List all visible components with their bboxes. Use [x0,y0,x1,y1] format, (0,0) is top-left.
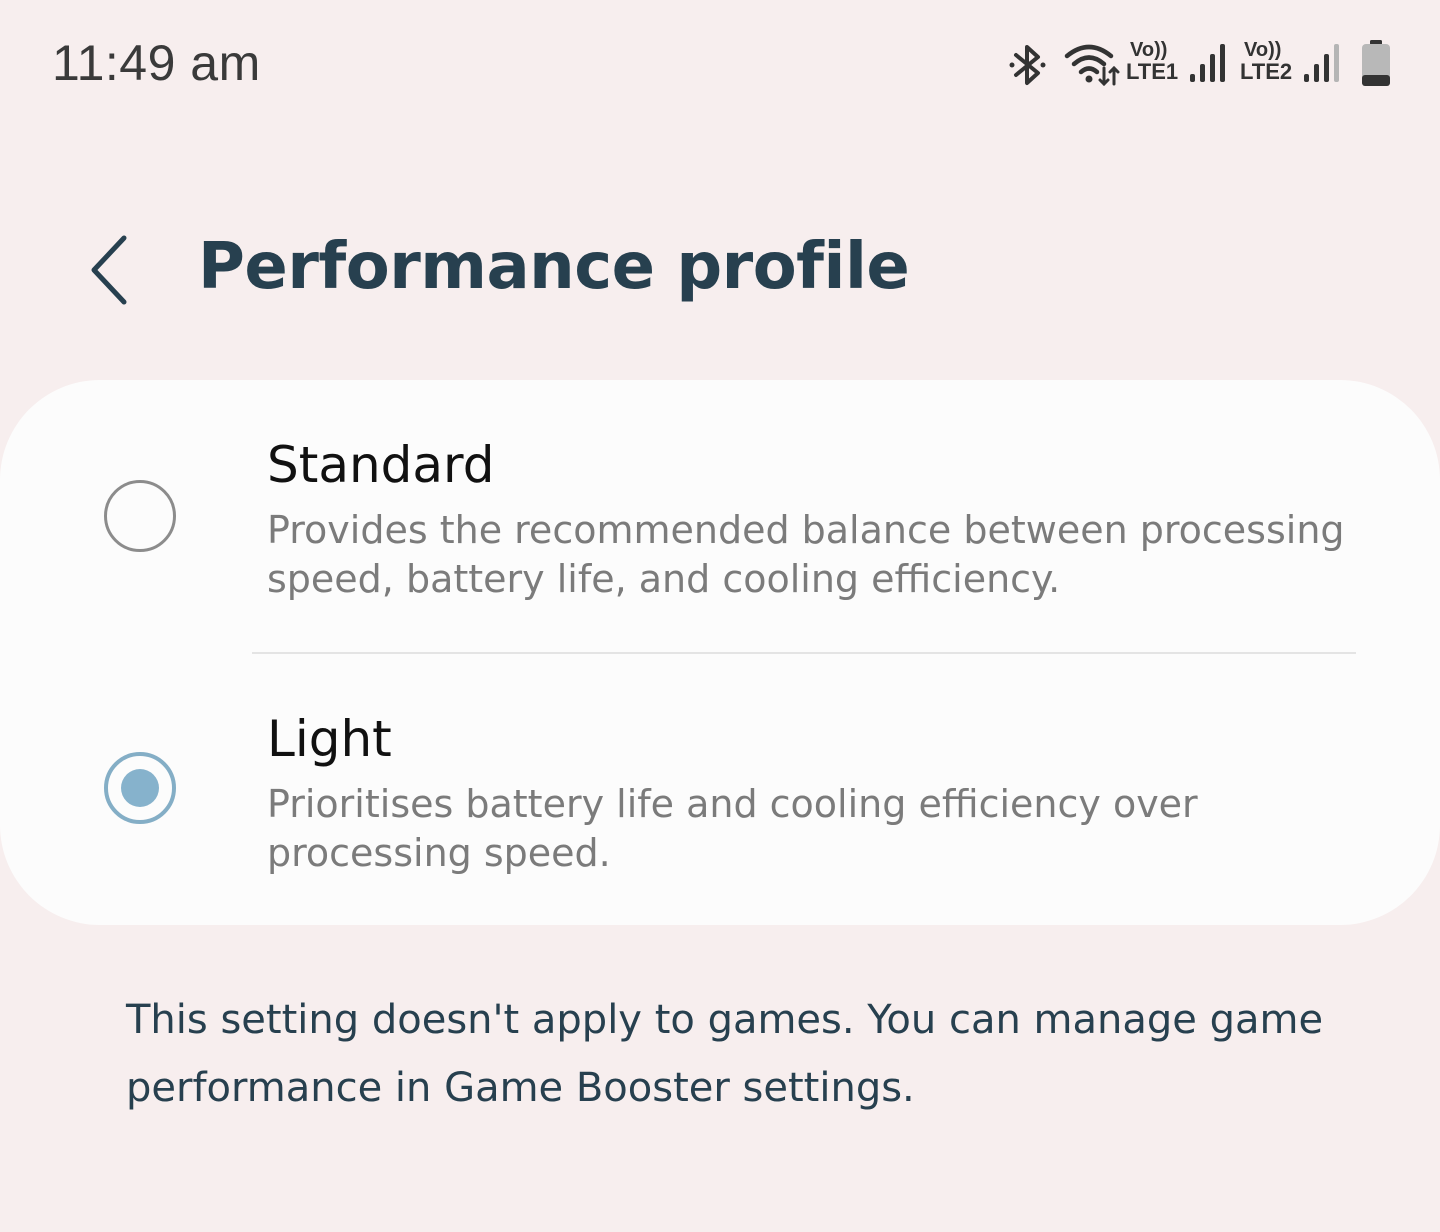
volte-lte2-icon: Vo)) LTE2 [1240,39,1293,84]
option-standard-description: Provides the recommended balance between… [267,508,1345,601]
status-time: 11:49 am [52,35,261,91]
option-standard[interactable]: Standard Provides the recommended balanc… [0,380,1440,652]
header: Performance profile [0,200,1440,340]
option-light[interactable]: Light Prioritises battery life and cooli… [0,654,1440,924]
profile-options-card: Standard Provides the recommended balanc… [0,380,1440,925]
option-standard-title: Standard [267,436,495,494]
signal-2-icon [1304,44,1339,82]
radio-standard[interactable] [104,480,176,552]
option-light-title: Light [267,710,392,768]
status-bar: 11:49 am Vo)) LTE1 Vo)) LTE2 [0,0,1440,130]
radio-light[interactable] [104,752,176,824]
chevron-left-icon [91,235,127,305]
signal-1-icon [1190,44,1225,82]
footnote-text: This setting doesn't apply to games. You… [126,997,1324,1111]
option-light-description: Prioritises battery life and cooling eff… [267,782,1198,875]
back-button[interactable] [78,228,142,312]
bluetooth-icon [1009,45,1046,85]
wifi-icon [1064,44,1120,86]
battery-icon [1362,40,1390,86]
volte-lte1-icon: Vo)) LTE1 [1126,39,1179,84]
radio-selected-dot [121,769,159,807]
page-title: Performance profile [198,230,910,304]
